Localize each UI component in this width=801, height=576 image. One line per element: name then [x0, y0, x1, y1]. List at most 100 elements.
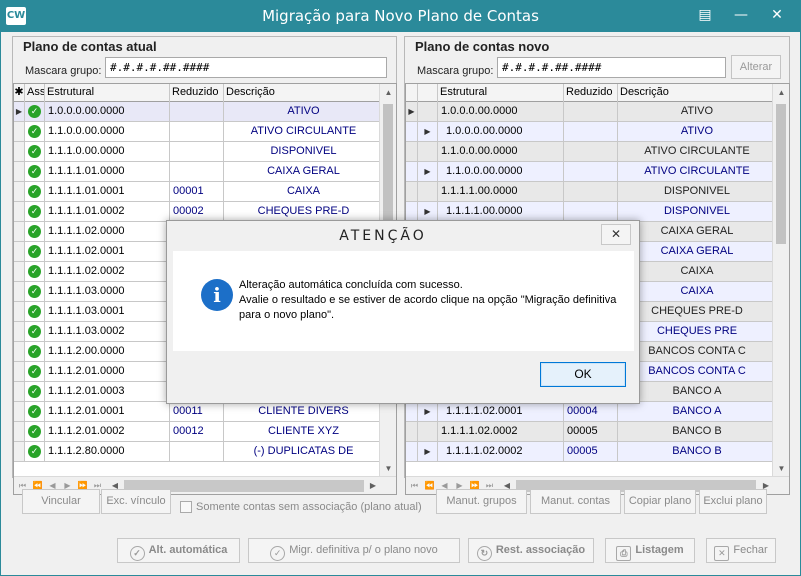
- panel-title-new: Plano de contas novo: [415, 39, 550, 54]
- mask-input-new[interactable]: #.#.#.#.##.####: [497, 57, 726, 78]
- scroll-right-icon[interactable]: ▶: [366, 478, 380, 493]
- table-row[interactable]: 1.1.1.1.00.0000 DISPONIVEL: [406, 182, 774, 202]
- reduzido-cell: 00005: [564, 442, 618, 462]
- migr-definitiva-button[interactable]: ✓ Migr. definitiva p/ o plano novo: [248, 538, 460, 563]
- row-indicator: [14, 122, 25, 142]
- table-row[interactable]: ✓ 1.1.1.1.01.0000 CAIXA GERAL: [14, 162, 381, 182]
- row-indicator: [406, 202, 418, 222]
- col-descricao[interactable]: Descrição: [224, 84, 381, 102]
- fechar-button[interactable]: ✕ Fechar: [706, 538, 776, 563]
- refresh-icon: ↻: [476, 546, 492, 561]
- close-icon[interactable]: ✕: [760, 0, 794, 30]
- dialog-title: ATENÇÃO: [339, 228, 427, 244]
- menu-icon[interactable]: ▤: [688, 0, 722, 30]
- panel-title-current: Plano de contas atual: [23, 39, 157, 54]
- col-reduzido[interactable]: Reduzido: [564, 84, 618, 102]
- copiar-plano-button[interactable]: Copiar plano: [624, 489, 696, 514]
- descricao-cell: ATIVO: [224, 102, 381, 122]
- check-circle-icon: ✓: [28, 205, 41, 218]
- check-circle-icon: ✓: [270, 546, 286, 561]
- scroll-up-icon[interactable]: ▲: [773, 84, 789, 101]
- table-row[interactable]: ▶ 1.1.0.0.00.0000 ATIVO CIRCULANTE: [406, 162, 774, 182]
- reduzido-cell: 00011: [170, 402, 224, 422]
- descricao-cell: BANCO B: [618, 442, 774, 462]
- table-row[interactable]: ▶ 1.1.1.1.00.0000 DISPONIVEL: [406, 202, 774, 222]
- migr-definitiva-label: Migr. definitiva p/ o plano novo: [289, 544, 438, 556]
- descricao-cell: BANCO A: [618, 382, 774, 402]
- table-row[interactable]: ▶ 1.0.0.0.00.0000 ATIVO: [406, 122, 774, 142]
- tree-expand-icon: ▶: [418, 402, 438, 422]
- exc-vinculo-button[interactable]: Exc. vínculo: [101, 489, 171, 514]
- vincular-button[interactable]: Vincular: [22, 489, 100, 514]
- table-row[interactable]: ✓ 1.1.0.0.00.0000 ATIVO CIRCULANTE: [14, 122, 381, 142]
- table-row[interactable]: ✓ 1.1.1.0.00.0000 DISPONIVEL: [14, 142, 381, 162]
- alt-automatica-label: Alt. automática: [148, 544, 228, 556]
- reduzido-cell: [564, 122, 618, 142]
- dialog-body: i Alteração automática concluída com suc…: [173, 251, 634, 351]
- col-indicator: ✱: [14, 84, 25, 102]
- vertical-scrollbar[interactable]: ▲ ▼: [772, 84, 789, 478]
- col-descricao[interactable]: Descrição: [618, 84, 774, 102]
- alt-automatica-button[interactable]: ✓ Alt. automática: [117, 538, 240, 563]
- row-indicator: [14, 262, 25, 282]
- estrutural-cell: 1.1.1.2.01.0000: [45, 362, 170, 382]
- tree-expand-icon: [418, 422, 438, 442]
- reduzido-cell: [564, 162, 618, 182]
- table-row[interactable]: 1.1.0.0.00.0000 ATIVO CIRCULANTE: [406, 142, 774, 162]
- estrutural-cell: 1.1.1.1.02.0002: [45, 262, 170, 282]
- scroll-down-icon[interactable]: ▼: [380, 460, 396, 477]
- scroll-up-icon[interactable]: ▲: [380, 84, 396, 101]
- scroll-down-icon[interactable]: ▼: [773, 460, 789, 477]
- table-row[interactable]: ▶ ✓ 1.0.0.0.00.0000 ATIVO: [14, 102, 381, 122]
- check-circle-icon: ✓: [129, 546, 145, 561]
- row-indicator: ▶: [14, 102, 25, 122]
- dialog-message-line2: Avalie o resultado e se estiver de acord…: [239, 294, 617, 321]
- estrutural-cell: 1.1.0.0.00.0000: [438, 162, 564, 182]
- manut-grupos-button[interactable]: Manut. grupos: [436, 489, 527, 514]
- alterar-button[interactable]: Alterar: [731, 55, 781, 79]
- rest-associacao-label: Rest. associação: [495, 544, 586, 556]
- exclui-plano-button[interactable]: Exclui plano: [699, 489, 767, 514]
- row-indicator: [406, 122, 418, 142]
- row-indicator: [14, 182, 25, 202]
- nav-prev-page-icon[interactable]: ⏪: [423, 478, 436, 493]
- row-indicator: [14, 162, 25, 182]
- tree-expand-icon: ▶: [418, 162, 438, 182]
- descricao-cell: CAIXA GERAL: [618, 242, 774, 262]
- col-assoc[interactable]: Ass: [25, 84, 45, 102]
- table-row[interactable]: ▶ 1.0.0.0.00.0000 ATIVO: [406, 102, 774, 122]
- table-row[interactable]: ✓ 1.1.1.2.80.0000 (-) DUPLICATAS DE: [14, 442, 381, 462]
- descricao-cell: CLIENTE DIVERS: [224, 402, 381, 422]
- check-circle-icon: ✓: [28, 185, 41, 198]
- nav-first-icon[interactable]: ⏮: [408, 478, 421, 493]
- minimize-icon[interactable]: —: [724, 0, 758, 30]
- col-reduzido[interactable]: Reduzido: [170, 84, 224, 102]
- table-row[interactable]: ▶ 1.1.1.1.02.0002 00005 BANCO B: [406, 442, 774, 462]
- col-estrutural[interactable]: Estrutural: [438, 84, 564, 102]
- assoc-cell: ✓: [25, 202, 45, 222]
- row-indicator: [14, 342, 25, 362]
- mask-input-current[interactable]: #.#.#.#.##.####: [105, 57, 387, 78]
- dialog-close-icon[interactable]: ✕: [601, 224, 631, 245]
- listagem-button[interactable]: ⎙ Listagem: [605, 538, 695, 563]
- table-row[interactable]: ▶ 1.1.1.1.02.0001 00004 BANCO A: [406, 402, 774, 422]
- row-indicator: [14, 402, 25, 422]
- descricao-cell: ATIVO CIRCULANTE: [224, 122, 381, 142]
- table-row[interactable]: ✓ 1.1.1.2.01.0001 00011 CLIENTE DIVERS: [14, 402, 381, 422]
- reduzido-cell: [564, 102, 618, 122]
- table-row[interactable]: 1.1.1.1.02.0002 00005 BANCO B: [406, 422, 774, 442]
- descricao-cell: BANCOS CONTA C: [618, 362, 774, 382]
- reduzido-cell: 00005: [564, 422, 618, 442]
- table-row[interactable]: ✓ 1.1.1.1.01.0002 00002 CHEQUES PRE-D: [14, 202, 381, 222]
- check-circle-icon: ✓: [28, 165, 41, 178]
- table-row[interactable]: ✓ 1.1.1.1.01.0001 00001 CAIXA: [14, 182, 381, 202]
- ok-button[interactable]: OK: [540, 362, 626, 387]
- check-circle-icon: ✓: [28, 145, 41, 158]
- assoc-cell: ✓: [25, 382, 45, 402]
- col-estrutural[interactable]: Estrutural: [45, 84, 170, 102]
- manut-contas-button[interactable]: Manut. contas: [530, 489, 621, 514]
- scroll-thumb[interactable]: [776, 104, 786, 244]
- somente-checkbox[interactable]: [180, 501, 192, 513]
- table-row[interactable]: ✓ 1.1.1.2.01.0002 00012 CLIENTE XYZ: [14, 422, 381, 442]
- rest-associacao-button[interactable]: ↻ Rest. associação: [468, 538, 594, 563]
